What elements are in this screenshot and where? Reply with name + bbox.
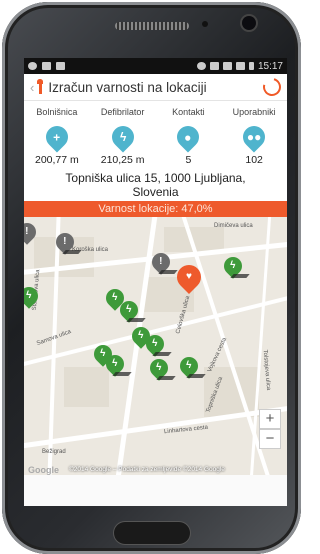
status-bar: 15:17 — [24, 58, 287, 74]
stat-value: 210,25 m — [100, 154, 145, 166]
image-icon — [56, 62, 65, 70]
stat-defibrillator[interactable]: Defibrilator ϟ 210,25 m — [90, 107, 156, 168]
stat-hospital[interactable]: Bolnišnica + 200,77 m — [24, 107, 90, 168]
signal-icon — [235, 62, 245, 70]
phone-frame: 15:17 ‹ Izračun varnosti na lokaciji Bol… — [2, 2, 301, 554]
map-attribution: ©2014 Google – Podatki za zemljevide ©20… — [69, 466, 225, 473]
bolt-icon: ϟ — [107, 121, 139, 153]
chat-icon — [42, 62, 51, 70]
plus-icon: + — [41, 121, 73, 153]
stat-value: 200,77 m — [34, 154, 79, 166]
stat-label: Kontakti — [172, 107, 205, 117]
stat-label: Uporabniki — [232, 107, 276, 117]
nfc-icon — [209, 62, 219, 70]
pin-shadow — [152, 352, 172, 356]
pin-shadow — [126, 318, 146, 322]
pin-shadow — [156, 376, 176, 380]
pin-shadow — [186, 374, 206, 378]
map-footer: Google ©2014 Google – Podatki za zemljev… — [24, 464, 287, 475]
map-block — [64, 367, 109, 407]
safety-banner: Varnost lokacije: 47,0% — [24, 201, 287, 217]
stat-value: 5 — [185, 154, 192, 166]
page-title: Izračun varnosti na lokaciji — [48, 79, 207, 95]
street-label: Tolstojeva ulica — [261, 349, 272, 391]
sync-icon — [28, 62, 37, 70]
stat-label: Bolnišnica — [36, 107, 78, 117]
pin-shadow — [62, 250, 82, 254]
stat-contacts[interactable]: Kontakti ● 5 — [156, 107, 222, 168]
app-bar: ‹ Izračun varnosti na lokaciji — [24, 74, 287, 101]
google-logo: Google — [28, 464, 59, 475]
address-text: Topniška ulica 15, 1000 Ljubljana, Slove… — [24, 168, 287, 201]
status-time: 15:17 — [257, 60, 283, 72]
bluetooth-icon — [196, 62, 206, 70]
map-road — [180, 217, 272, 475]
back-chevron-icon[interactable]: ‹ — [30, 80, 34, 95]
wifi-icon — [222, 62, 232, 70]
group-icon: ●● — [238, 121, 270, 153]
refresh-icon[interactable] — [259, 74, 285, 100]
person-icon: ● — [172, 121, 204, 153]
map-view[interactable]: Koroška ulica Dimičeva ulica Samova ulic… — [24, 217, 287, 475]
zoom-out-button[interactable]: − — [259, 429, 281, 449]
street-label: Bežigrad — [42, 449, 66, 455]
home-button[interactable] — [114, 522, 190, 544]
pin-shadow — [112, 372, 132, 376]
battery-icon — [248, 62, 254, 70]
proximity-sensor — [202, 21, 208, 27]
zoom-in-button[interactable]: + — [259, 409, 281, 429]
stat-label: Defibrilator — [100, 107, 145, 117]
pin-shadow — [158, 270, 178, 274]
stats-row: Bolnišnica + 200,77 m Defibrilator ϟ 210… — [24, 101, 287, 168]
earpiece-speaker — [115, 22, 189, 30]
stat-users[interactable]: Uporabniki ●● 102 — [221, 107, 287, 168]
app-logo-icon[interactable] — [36, 79, 44, 95]
front-camera — [242, 16, 256, 30]
street-label: Dimičeva ulica — [214, 223, 253, 229]
screen: 15:17 ‹ Izračun varnosti na lokaciji Bol… — [24, 58, 287, 506]
pin-shadow — [230, 274, 250, 278]
stat-value: 102 — [245, 154, 263, 166]
